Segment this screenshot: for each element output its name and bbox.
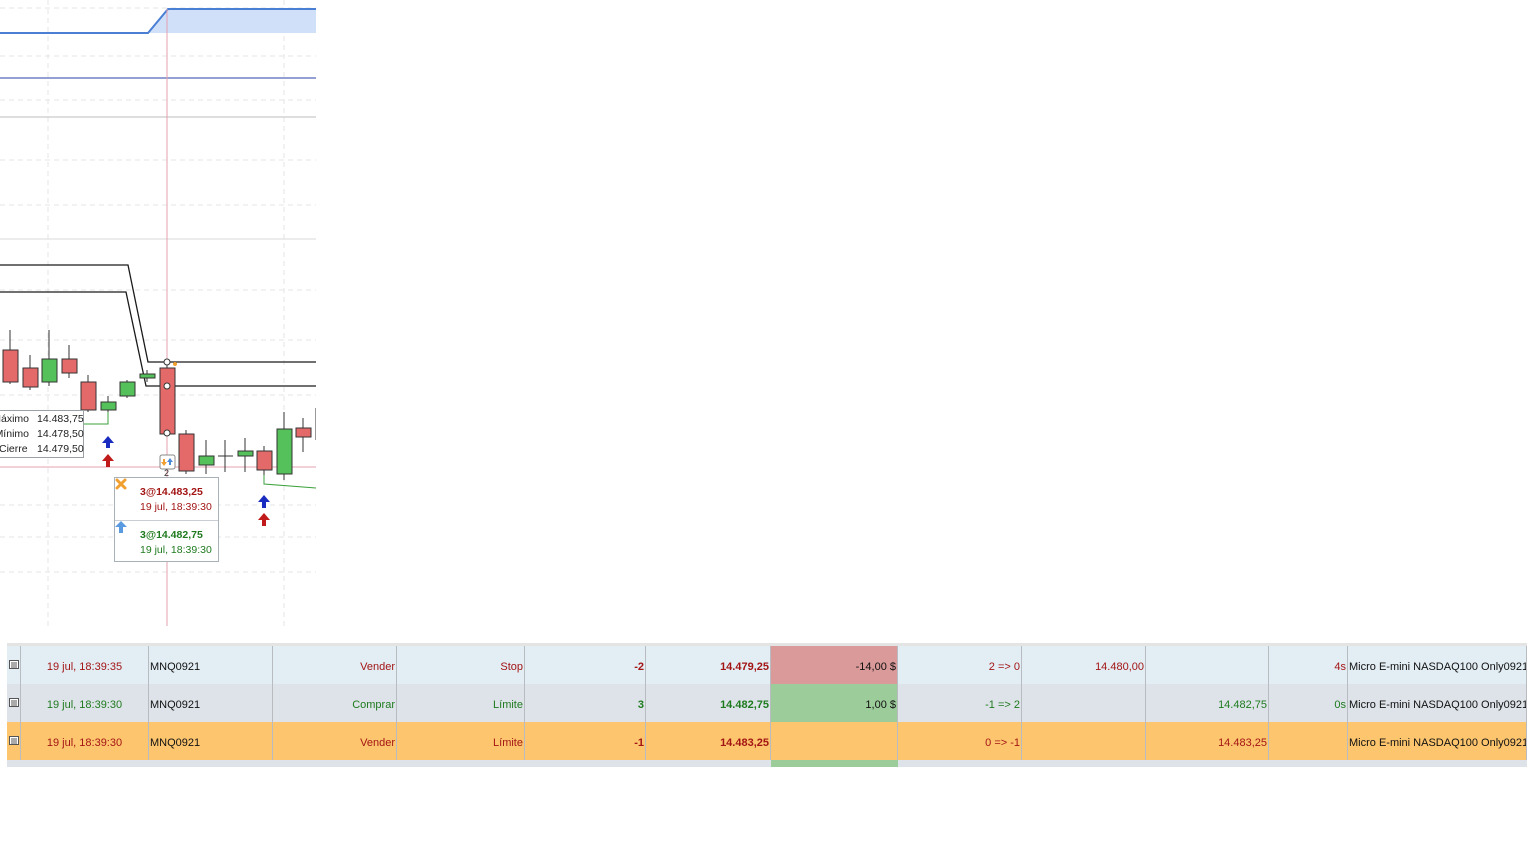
info-row-close: Cierre 14.479,50	[0, 443, 85, 458]
candle	[61, 358, 78, 374]
candle	[178, 433, 195, 472]
cell-quantity: -2	[525, 646, 646, 684]
cell-side: Vender	[273, 646, 397, 684]
cell-price: 14.483,25	[646, 722, 771, 760]
cell-limit-price: 14.482,75	[1146, 684, 1269, 722]
cell-quantity: -1	[525, 722, 646, 760]
row-detail-cell[interactable]	[7, 722, 21, 760]
price-chart[interactable]: 2 Máximo 14.483,75 Mínimo 14.478,50 Cier…	[0, 0, 316, 626]
info-label: Máximo	[0, 413, 29, 425]
info-label: Mínimo	[0, 428, 29, 440]
cell-pnl	[771, 722, 898, 760]
cell-time: 19 jul, 18:39:30	[21, 722, 149, 760]
candle	[2, 349, 19, 383]
cell-quantity: 3	[525, 684, 646, 722]
cell-price: 14.482,75	[646, 684, 771, 722]
trade-price: 3@14.482,75	[140, 529, 203, 541]
cell-position: 0 => -1	[898, 722, 1022, 760]
document-icon	[9, 698, 19, 707]
info-label: Cierre	[0, 443, 28, 455]
cell-side: Vender	[273, 722, 397, 760]
cell-symbol: MNQ0921	[149, 722, 273, 760]
candle	[276, 428, 293, 475]
candle	[100, 401, 117, 411]
table-row[interactable]: 19 jul, 18:39:30 MNQ0921 Comprar Límite 3 14.…	[7, 684, 1527, 722]
table-row[interactable]: 19 jul, 18:39:30 MNQ0921 Vender Límite -1 14.…	[7, 722, 1527, 760]
cell-duration: 4s	[1269, 646, 1348, 684]
cell-time: 19 jul, 18:39:30	[21, 684, 149, 722]
cell-type: Stop	[397, 646, 525, 684]
candle	[159, 367, 176, 435]
info-value: 14.478,50	[37, 428, 84, 440]
ohlc-info-panel: Máximo 14.483,75 Mínimo 14.478,50 Cierre…	[0, 410, 84, 458]
document-icon	[9, 736, 19, 745]
cell-limit-price: 14.483,25	[1146, 722, 1269, 760]
cell-side: Comprar	[273, 684, 397, 722]
trade-entry-cancel[interactable]: 3@14.483,25 19 jul, 18:39:30	[115, 478, 218, 519]
cell-time: 19 jul, 18:39:35	[21, 646, 149, 684]
cell-type: Límite	[397, 722, 525, 760]
info-row-high: Máximo 14.483,75	[0, 413, 85, 428]
cell-position: 2 => 0	[898, 646, 1022, 684]
cell-instrument-name: Micro E-mini NASDAQ100 Only0921	[1348, 722, 1527, 760]
info-value: 14.483,75	[37, 413, 84, 425]
candle	[198, 455, 215, 466]
cell-pnl: -14,00 $	[771, 646, 898, 684]
cell-stop-price: 14.480,00	[1022, 646, 1146, 684]
cell-symbol: MNQ0921	[149, 684, 273, 722]
cell-type: Límite	[397, 684, 525, 722]
trade-entry-buy[interactable]: 3@14.482,75 19 jul, 18:39:30	[115, 521, 218, 562]
candle	[119, 381, 136, 397]
trades-table: 19 jul, 18:39:35 MNQ0921 Vender Stop -2 14.47…	[7, 643, 1527, 767]
table-row-partial	[7, 760, 1527, 767]
trade-popup: 3@14.483,25 19 jul, 18:39:30 3@14.482,75…	[114, 477, 219, 562]
cell-symbol: MNQ0921	[149, 646, 273, 684]
cancel-x-icon	[115, 478, 127, 490]
cell-limit-price	[1146, 646, 1269, 684]
cell-stop-price	[1022, 684, 1146, 722]
buy-arrow-icon	[115, 521, 127, 533]
cell-duration	[1269, 722, 1348, 760]
candle	[139, 373, 156, 379]
cell-duration: 0s	[1269, 684, 1348, 722]
buy-arrow-icon	[102, 436, 114, 448]
row-detail-cell[interactable]	[7, 646, 21, 684]
buy-arrow-icon	[258, 513, 270, 526]
candle	[256, 450, 273, 471]
order-point	[163, 382, 171, 390]
channel-upper-line	[0, 264, 316, 363]
upper-indicator-fill	[148, 9, 316, 33]
buy-arrow-icon	[102, 454, 114, 467]
trade-cluster-icon	[159, 454, 176, 470]
cell-position: -1 => 2	[898, 684, 1022, 722]
candle	[80, 381, 97, 411]
document-icon	[9, 660, 19, 669]
order-point	[173, 362, 177, 366]
buy-arrow-icon	[258, 495, 270, 508]
info-row-low: Mínimo 14.478,50	[0, 428, 85, 443]
cell-pnl: 1,00 $	[771, 684, 898, 722]
cell-price: 14.479,25	[646, 646, 771, 684]
trade-time: 19 jul, 18:39:30	[140, 501, 212, 513]
candle	[237, 450, 254, 457]
candle	[41, 358, 58, 383]
row-detail-cell[interactable]	[7, 684, 21, 722]
table-row[interactable]: 19 jul, 18:39:35 MNQ0921 Vender Stop -2 14.47…	[7, 646, 1527, 684]
cell-stop-price	[1022, 722, 1146, 760]
candle	[22, 367, 39, 388]
candle	[295, 427, 312, 438]
trade-time: 19 jul, 18:39:30	[140, 544, 212, 556]
order-point	[163, 429, 171, 437]
cell-instrument-name: Micro E-mini NASDAQ100 Only0921	[1348, 646, 1527, 684]
cell-instrument-name: Micro E-mini NASDAQ100 Only0921	[1348, 684, 1527, 722]
order-point	[163, 358, 171, 366]
trade-price: 3@14.483,25	[140, 486, 203, 498]
info-value: 14.479,50	[37, 443, 84, 455]
pnl-cell-partial	[771, 760, 898, 767]
